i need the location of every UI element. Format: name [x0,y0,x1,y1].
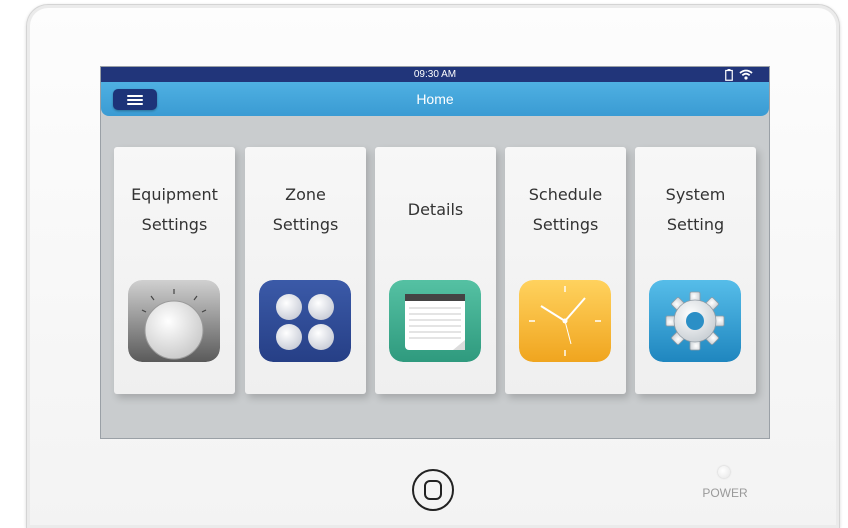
status-time: 09:30 AM [413,69,457,80]
tile-details[interactable]: Details [375,147,496,394]
page-title: Home [416,91,454,107]
tile-equipment-settings[interactable]: Equipment Settings [114,147,235,394]
tile-label: Schedule Settings [528,185,603,234]
tile-label: Zone Settings [272,185,339,234]
power-label: POWER [702,486,748,500]
tile-label: Equipment Settings [131,185,218,234]
tile-label: System Setting [665,185,726,234]
status-icons [725,68,753,81]
home-button-icon[interactable] [412,469,454,511]
dial-knob-icon [128,280,220,362]
power-led [718,466,730,478]
wifi-icon [739,69,753,80]
status-bar: 09:30 AM [101,67,769,82]
zones-grid-icon [259,280,351,362]
tile-zone-settings[interactable]: Zone Settings [245,147,366,394]
gear-icon [649,280,741,362]
screen: 09:30 AM Home Equipment Settings Zone Se… [101,67,769,438]
tile-label: Details [407,200,464,219]
nav-bar: Home [101,82,769,116]
notepad-icon [389,280,481,362]
tile-system-setting[interactable]: System Setting [635,147,756,394]
battery-icon [725,68,733,81]
clock-icon [519,280,611,362]
tile-schedule-settings[interactable]: Schedule Settings [505,147,626,394]
